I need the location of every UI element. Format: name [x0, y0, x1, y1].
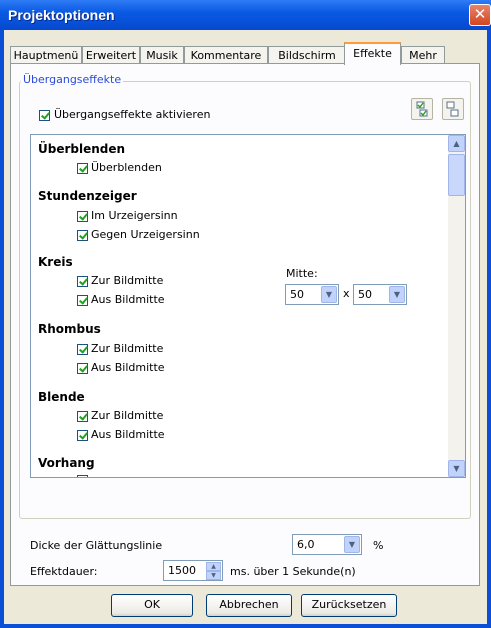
option-checkbox[interactable]	[77, 411, 88, 422]
center-x-select[interactable]: 50 ▼	[285, 284, 339, 305]
option-label[interactable]: Zur Bildmitte	[91, 409, 163, 422]
option-checkbox[interactable]	[77, 430, 88, 441]
reset-button[interactable]: Zurücksetzen	[301, 594, 397, 617]
center-separator: x	[343, 287, 350, 300]
option-checkbox[interactable]	[77, 276, 88, 287]
duration-unit-text: ms. über 1 Sekunde(n)	[230, 565, 356, 578]
option-label[interactable]: Aus Bildmitte	[91, 428, 165, 441]
center-x-value: 50	[290, 288, 304, 301]
chevron-down-icon[interactable]: ▼	[344, 536, 360, 553]
duration-spinner[interactable]: 1500 ▲ ▼	[163, 560, 223, 581]
tab-erweitert[interactable]: Erweitert	[82, 46, 140, 64]
smoothing-unit: %	[373, 539, 384, 552]
group-label: Übergangseffekte	[21, 73, 124, 86]
option-label[interactable]: Zur Bildmitte	[91, 274, 163, 287]
tab-effekte[interactable]: Effekte	[344, 42, 401, 65]
smoothing-value: 6,0	[297, 538, 315, 551]
window-title: Projektoptionen	[8, 7, 115, 23]
section-title: Vorhang	[38, 456, 95, 470]
option-label[interactable]: Aus Bildmitte	[91, 361, 165, 374]
option-label[interactable]: Überblenden	[91, 161, 162, 174]
cancel-button[interactable]: Abbrechen	[206, 594, 292, 617]
duration-label: Effektdauer:	[30, 565, 98, 578]
section-title: Blende	[38, 390, 85, 404]
option-label[interactable]: Zur Bildmitte	[91, 342, 163, 355]
scroll-down-icon[interactable]: ▼	[448, 460, 465, 477]
option-label[interactable]: Im Urzeigersinn	[91, 209, 178, 222]
vertical-scrollbar[interactable]: ▲ ▼	[448, 135, 465, 477]
option-checkbox[interactable]	[77, 475, 88, 477]
option-checkbox[interactable]	[77, 211, 88, 222]
option-checkbox[interactable]	[77, 230, 88, 241]
tab-bildschirm[interactable]: Bildschirm	[268, 46, 346, 64]
tab-kommentare[interactable]: Kommentare	[184, 46, 268, 64]
option-label[interactable]: Aus Bildmitte	[91, 293, 165, 306]
option-checkbox[interactable]	[77, 363, 88, 374]
center-y-value: 50	[358, 288, 372, 301]
chevron-down-icon[interactable]: ▼	[321, 286, 337, 303]
uncheck-all-icon[interactable]	[442, 98, 464, 120]
title-bar[interactable]: Projektoptionen ✕	[0, 0, 491, 30]
duration-value: 1500	[168, 564, 196, 577]
enable-transitions-checkbox[interactable]	[39, 110, 50, 121]
option-checkbox[interactable]	[77, 344, 88, 355]
effects-list[interactable]: Überblenden Überblenden Stundenzeiger Im…	[30, 134, 466, 478]
option-checkbox[interactable]	[77, 163, 88, 174]
spin-up-icon[interactable]: ▲	[206, 562, 221, 571]
option-label[interactable]: Gegen Urzeigersinn	[91, 228, 200, 241]
center-y-select[interactable]: 50 ▼	[353, 284, 407, 305]
center-label: Mitte:	[286, 267, 318, 280]
effects-tab-panel: Übergangseffekte Übergangseffekte aktivi…	[10, 63, 480, 586]
check-all-icon[interactable]	[411, 98, 433, 120]
option-checkbox[interactable]	[77, 295, 88, 306]
tab-musik[interactable]: Musik	[140, 46, 184, 64]
tab-mehr[interactable]: Mehr	[401, 46, 445, 64]
close-button[interactable]: ✕	[469, 4, 491, 26]
smoothing-select[interactable]: 6,0 ▼	[292, 534, 362, 555]
section-title: Rhombus	[38, 322, 101, 336]
section-title: Stundenzeiger	[38, 189, 137, 203]
tab-strip: Hauptmenü Erweitert Musik Kommentare Bil…	[10, 42, 480, 65]
chevron-down-icon[interactable]: ▼	[389, 286, 405, 303]
tab-hauptmenue[interactable]: Hauptmenü	[10, 46, 82, 64]
enable-transitions-label[interactable]: Übergangseffekte aktivieren	[54, 108, 210, 121]
dialog-client-area: Hauptmenü Erweitert Musik Kommentare Bil…	[4, 30, 487, 624]
section-title: Überblenden	[38, 142, 126, 156]
dialog-window: Projektoptionen ✕ Hauptmenü Erweitert Mu…	[0, 0, 491, 628]
ok-button[interactable]: OK	[111, 594, 193, 617]
section-title: Kreis	[38, 255, 73, 269]
smoothing-label: Dicke der Glättungslinie	[30, 539, 163, 552]
scroll-thumb[interactable]	[448, 154, 465, 196]
spin-down-icon[interactable]: ▼	[206, 571, 221, 580]
scroll-up-icon[interactable]: ▲	[448, 135, 465, 152]
